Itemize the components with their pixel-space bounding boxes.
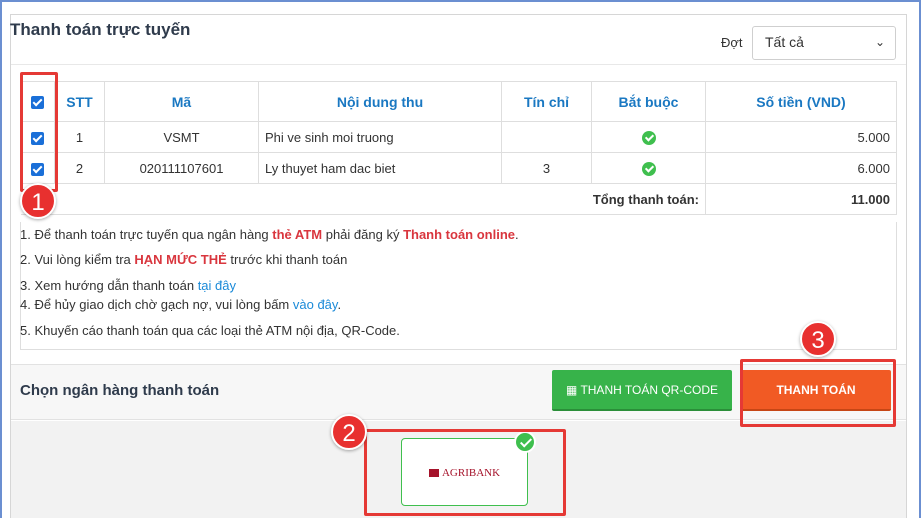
note-highlight: thẻ ATM bbox=[272, 227, 323, 242]
note-text: 3. Xem hướng dẫn thanh toán bbox=[20, 278, 198, 293]
note-text: 4. Để hủy giao dịch chờ gạch nợ, vui lòn… bbox=[20, 297, 293, 312]
note-highlight: HẠN MỨC THẺ bbox=[134, 252, 227, 267]
note-2: 2. Vui lòng kiểm tra HẠN MỨC THẺ trước k… bbox=[20, 253, 347, 266]
table-row: 2 020111107601 Ly thuyet ham dac biet 3 … bbox=[20, 152, 897, 184]
note-4: 4. Để hủy giao dịch chờ gạch nợ, vui lòn… bbox=[20, 298, 341, 311]
chevron-down-icon: ⌄ bbox=[874, 35, 885, 49]
note-3: 3. Xem hướng dẫn thanh toán tại đây bbox=[20, 279, 236, 292]
highlight-box-pay bbox=[740, 359, 896, 427]
check-circle-icon bbox=[641, 161, 656, 176]
table-row: 1 VSMT Phi ve sinh moi truong 5.000 bbox=[20, 121, 897, 153]
cell-tin-chi: 3 bbox=[501, 152, 592, 184]
column-header-stt: STT bbox=[54, 81, 105, 122]
cell-bat-buoc bbox=[591, 121, 706, 153]
cell-noi-dung: Phi ve sinh moi truong bbox=[258, 121, 502, 153]
note-highlight: Thanh toán online bbox=[403, 227, 515, 242]
check-circle-icon bbox=[641, 130, 656, 145]
note-5: 5. Khuyến cáo thanh toán qua các loại th… bbox=[20, 323, 400, 338]
cell-ma: VSMT bbox=[104, 121, 259, 153]
cell-so-tien: 6.000 bbox=[705, 152, 897, 184]
note-text: phải đăng ký bbox=[322, 227, 404, 242]
cell-stt: 2 bbox=[54, 152, 105, 184]
note-text: . bbox=[337, 297, 342, 312]
note-text: trước khi thanh toán bbox=[226, 252, 348, 267]
column-header-tin-chi: Tín chỉ bbox=[501, 81, 592, 122]
qr-pay-button[interactable]: ▦ THANH TOÁN QR-CODE bbox=[552, 370, 732, 411]
total-row: Tổng thanh toán: 11.000 bbox=[20, 183, 897, 215]
note-text: 2. Vui lòng kiểm tra bbox=[20, 252, 135, 267]
divider bbox=[11, 64, 906, 65]
table-header-row: STT Mã Nội dung thu Tín chỉ Bắt buộc Số … bbox=[20, 81, 897, 122]
cell-so-tien: 5.000 bbox=[705, 121, 897, 153]
note-text: 1. Để thanh toán trực tuyến qua ngân hàn… bbox=[20, 227, 273, 242]
qr-pay-label: THANH TOÁN QR-CODE bbox=[580, 383, 719, 397]
bank-section-title: Chọn ngân hàng thanh toán bbox=[20, 382, 220, 399]
total-value: 11.000 bbox=[705, 183, 897, 215]
note-1: 1. Để thanh toán trực tuyến qua ngân hàn… bbox=[20, 228, 519, 241]
highlight-box-checkboxes bbox=[20, 72, 58, 192]
step-badge-3: 3 bbox=[800, 321, 836, 357]
guide-link[interactable]: tại đây bbox=[198, 278, 236, 293]
cell-noi-dung: Ly thuyet ham dac biet bbox=[258, 152, 502, 184]
step-badge-2: 2 bbox=[331, 414, 367, 450]
column-header-so-tien: Số tiền (VND) bbox=[705, 81, 897, 122]
step-badge-1: 1 bbox=[20, 183, 56, 219]
column-header-ma: Mã bbox=[104, 81, 259, 122]
batch-select[interactable]: Tất cả ⌄ bbox=[752, 26, 896, 60]
qr-icon: ▦ bbox=[565, 383, 581, 397]
highlight-box-bank bbox=[364, 429, 566, 516]
cell-bat-buoc bbox=[591, 152, 706, 184]
column-header-noi-dung: Nội dung thu bbox=[258, 81, 502, 122]
batch-label: Đợt bbox=[721, 35, 743, 50]
page-title: Thanh toán trực tuyến bbox=[10, 20, 191, 39]
batch-select-value: Tất cả bbox=[765, 34, 804, 50]
fees-table: STT Mã Nội dung thu Tín chỉ Bắt buộc Số … bbox=[20, 81, 897, 215]
total-label: Tổng thanh toán: bbox=[20, 183, 706, 215]
cell-stt: 1 bbox=[54, 121, 105, 153]
cell-ma: 020111107601 bbox=[104, 152, 259, 184]
cell-tin-chi bbox=[501, 121, 592, 153]
cancel-transaction-link[interactable]: vào đây bbox=[293, 297, 338, 312]
column-header-bat-buoc: Bắt buộc bbox=[591, 81, 706, 122]
note-text: . bbox=[515, 227, 519, 242]
